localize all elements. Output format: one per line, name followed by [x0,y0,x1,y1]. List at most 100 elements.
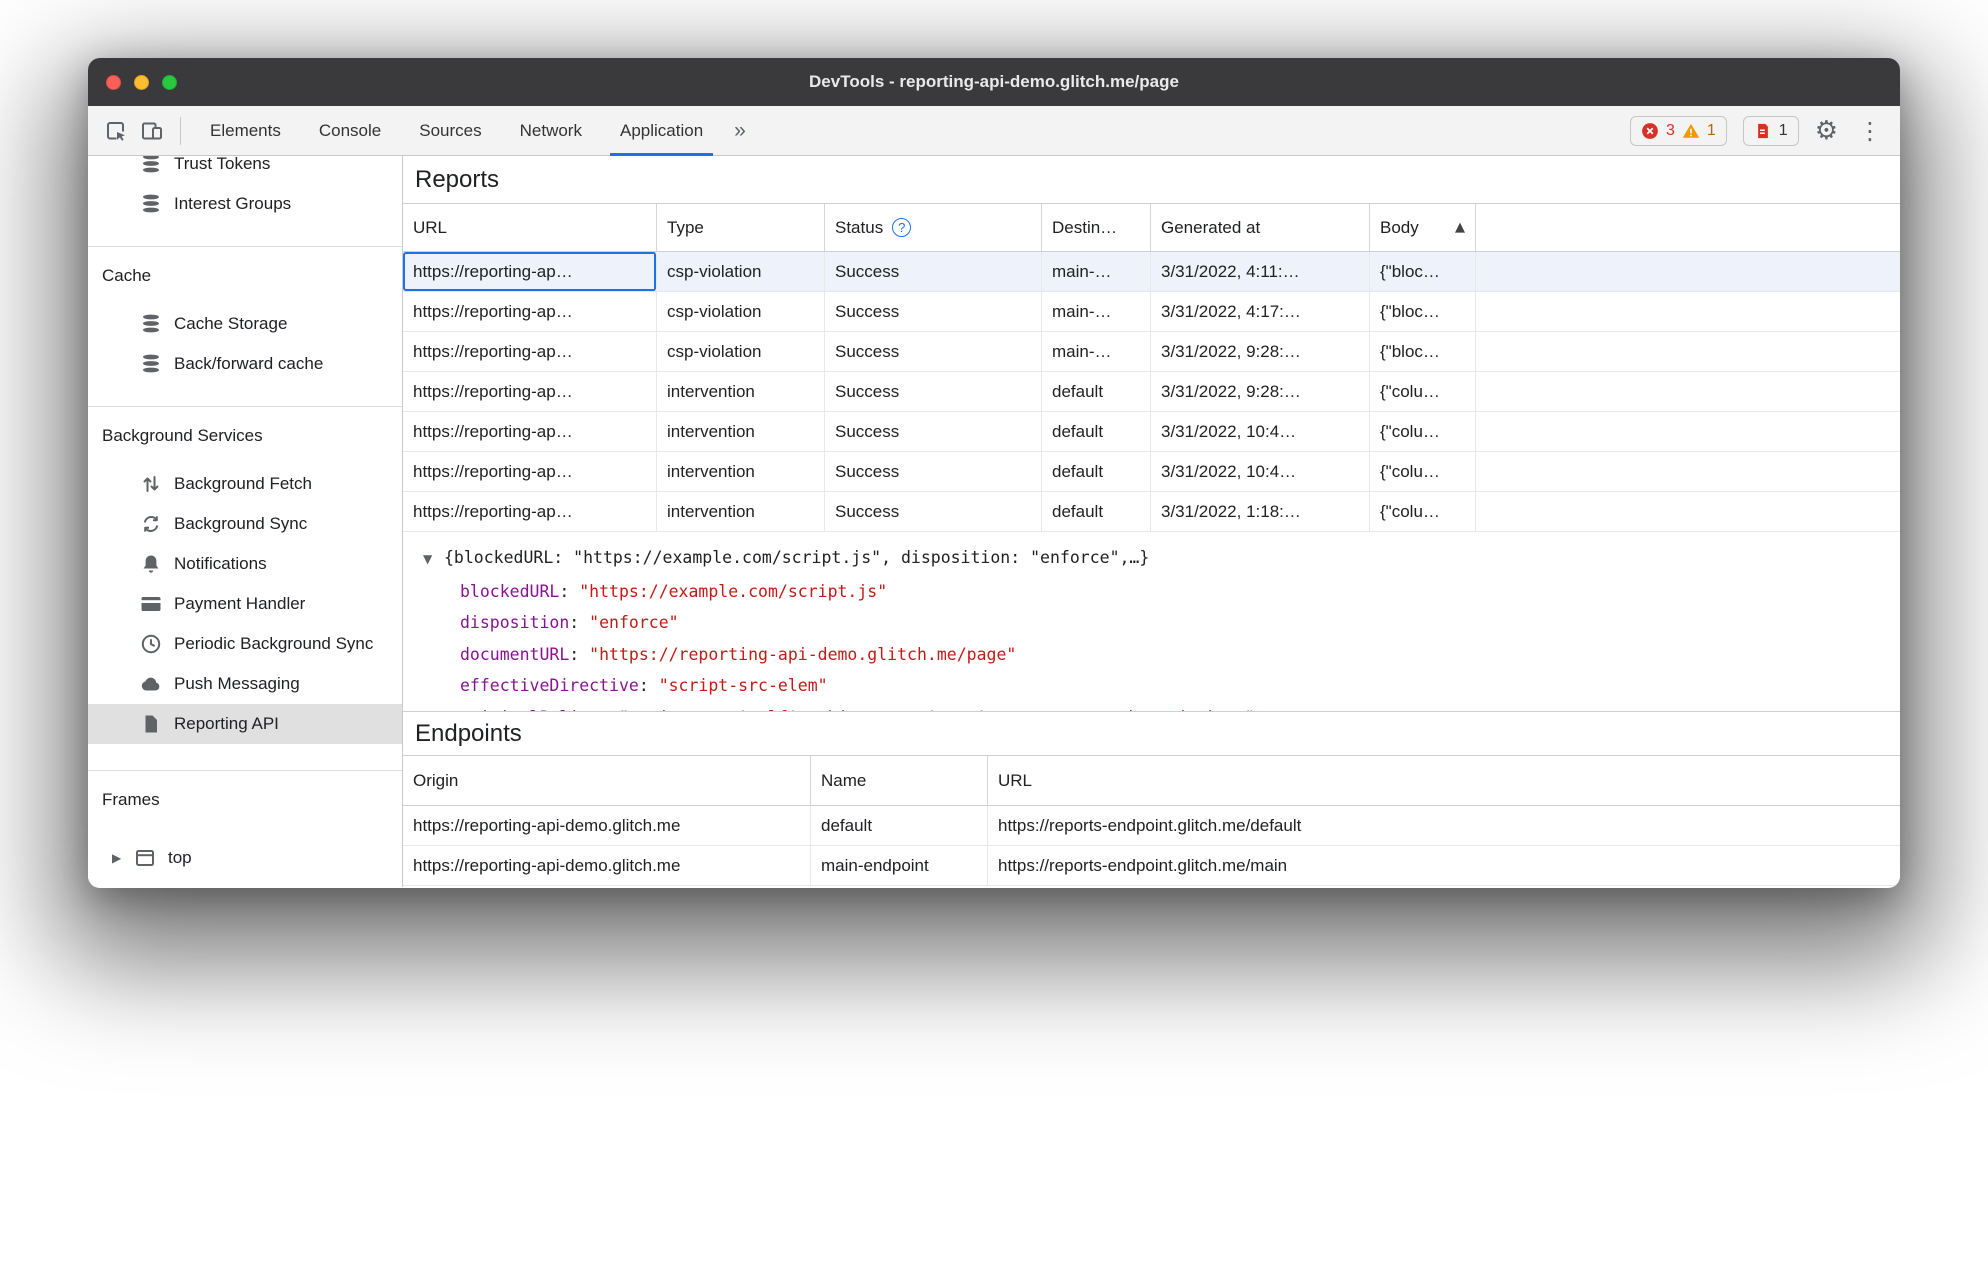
report-filler-cell [1476,292,1900,331]
endpoint-row[interactable]: https://reporting-api-demo.glitch.me def… [403,806,1900,846]
console-errors-warnings-badge[interactable]: 3 1 [1629,115,1727,146]
report-type-cell: csp-violation [657,252,825,291]
database-icon [138,192,164,216]
sidebar-item-top-frame[interactable]: ▶ top [88,838,402,878]
tab-application[interactable]: Application [601,106,722,156]
minimize-button[interactable] [134,74,149,90]
chevron-down-icon[interactable]: ▼ [423,544,444,576]
report-row[interactable]: https://reporting-ap… csp-violation Succ… [403,252,1900,292]
report-status-cell: Success [825,332,1042,371]
report-generated-cell: 3/31/2022, 4:11:… [1151,252,1370,291]
report-row[interactable]: https://reporting-ap… intervention Succe… [403,492,1900,532]
traffic-lights [106,58,177,106]
sidebar-item-periodic-background-sync[interactable]: Periodic Background Sync [88,624,402,664]
json-property-clipped: originalPolicy"script-src 'self'; object… [460,702,1900,712]
issues-badge[interactable]: 1 [1742,115,1799,146]
sidebar-item-interest-groups[interactable]: Interest Groups [88,184,402,224]
settings-gear-icon[interactable]: ⚙ [1815,118,1838,144]
report-row[interactable]: https://reporting-ap… intervention Succe… [403,372,1900,412]
report-destination-cell: default [1042,372,1151,411]
kebab-menu-icon[interactable]: ⋮ [1854,119,1886,143]
endpoint-origin-cell: https://reporting-api-demo.glitch.me [403,806,811,845]
report-url-cell[interactable]: https://reporting-ap… [403,292,657,331]
more-tabs-button[interactable]: » [722,119,758,143]
report-url-cell[interactable]: https://reporting-ap… [403,372,657,411]
report-row[interactable]: https://reporting-ap… csp-violation Succ… [403,332,1900,372]
devtools-window: DevTools - reporting-api-demo.glitch.me/… [88,58,1900,888]
report-body-cell: {"colu… [1370,412,1476,451]
sidebar-item-background-fetch[interactable]: Background Fetch [88,464,402,504]
close-button[interactable] [106,74,121,90]
endpoint-origin-cell: https://reporting-api-demo.glitch.me [403,846,811,885]
endpoint-row[interactable]: https://reporting-api-demo.glitch.me mai… [403,846,1900,886]
report-generated-cell: 3/31/2022, 9:28:… [1151,332,1370,371]
json-property: effectiveDirective"script-src-elem" [460,670,1900,702]
report-generated-cell: 3/31/2022, 1:18:… [1151,492,1370,531]
report-filler-cell [1476,372,1900,411]
endpoint-name-cell: default [811,806,988,845]
column-header-body[interactable]: Body ▲ [1370,204,1476,251]
bell-icon [138,552,164,576]
sidebar-item-notifications[interactable]: Notifications [88,544,402,584]
report-url-cell[interactable]: https://reporting-ap… [403,252,657,291]
sidebar-item-push-messaging[interactable]: Push Messaging [88,664,402,704]
window-title: DevTools - reporting-api-demo.glitch.me/… [809,72,1179,91]
report-status-cell: Success [825,492,1042,531]
endpoint-name-cell: main-endpoint [811,846,988,885]
report-status-cell: Success [825,252,1042,291]
report-url-cell[interactable]: https://reporting-ap… [403,332,657,371]
report-body-preview: ▼ {blockedURL: "https://example.com/scrip… [403,532,1900,712]
sidebar-item-reporting-api[interactable]: Reporting API [88,704,402,744]
sidebar-item-background-sync[interactable]: Background Sync [88,504,402,544]
reports-section-title: Reports [403,156,1900,204]
database-icon [138,156,164,176]
sidebar-item-cache-storage[interactable]: Cache Storage [88,304,402,344]
report-url-cell[interactable]: https://reporting-ap… [403,452,657,491]
report-row[interactable]: https://reporting-ap… intervention Succe… [403,452,1900,492]
tab-console[interactable]: Console [300,106,400,156]
issues-count: 1 [1778,121,1788,139]
report-destination-cell: main-… [1042,332,1151,371]
devtools-toolbar: Elements Console Sources Network Applica… [88,106,1900,156]
column-header-origin[interactable]: Origin [403,756,811,805]
inspect-element-button[interactable] [98,113,134,149]
report-filler-cell [1476,252,1900,291]
report-row[interactable]: https://reporting-ap… csp-violation Succ… [403,292,1900,332]
zoom-button[interactable] [162,74,177,90]
column-header-generated-at[interactable]: Generated at [1151,204,1370,251]
sidebar-item-back-forward-cache[interactable]: Back/forward cache [88,344,402,384]
column-header-endpoint-url[interactable]: URL [988,756,1900,805]
chevron-right-icon[interactable]: ▶ [112,851,132,865]
report-destination-cell: default [1042,452,1151,491]
error-count: 3 [1665,121,1675,139]
column-header-name[interactable]: Name [811,756,988,805]
tab-network[interactable]: Network [501,106,601,156]
device-toolbar-button[interactable] [134,113,170,149]
report-url-cell[interactable]: https://reporting-ap… [403,412,657,451]
report-body-cell: {"bloc… [1370,252,1476,291]
status-help-icon[interactable]: ? [892,218,912,237]
report-generated-cell: 3/31/2022, 4:17:… [1151,292,1370,331]
column-header-destination[interactable]: Destin… [1042,204,1151,251]
frame-window-icon [132,846,158,870]
report-body-cell: {"colu… [1370,492,1476,531]
column-header-url[interactable]: URL [403,204,657,251]
report-type-cell: csp-violation [657,332,825,371]
up-down-arrows-icon [138,472,164,496]
report-destination-cell: main-… [1042,292,1151,331]
sidebar-item-trust-tokens[interactable]: Trust Tokens [88,156,402,184]
sync-arrows-icon [138,512,164,536]
report-url-cell[interactable]: https://reporting-ap… [403,492,657,531]
report-filler-cell [1476,452,1900,491]
cloud-icon [138,672,164,696]
report-row[interactable]: https://reporting-ap… intervention Succe… [403,412,1900,452]
reports-table-header: URL Type Status ? Destin… Generated at B… [403,204,1900,252]
endpoints-section-title: Endpoints [403,712,1900,756]
report-type-cell: intervention [657,412,825,451]
sidebar-section-background-services: Background Services [102,426,263,445]
column-header-type[interactable]: Type [657,204,825,251]
tab-sources[interactable]: Sources [400,106,500,156]
column-header-status[interactable]: Status ? [825,204,1042,251]
tab-elements[interactable]: Elements [191,106,300,156]
sidebar-item-payment-handler[interactable]: Payment Handler [88,584,402,624]
